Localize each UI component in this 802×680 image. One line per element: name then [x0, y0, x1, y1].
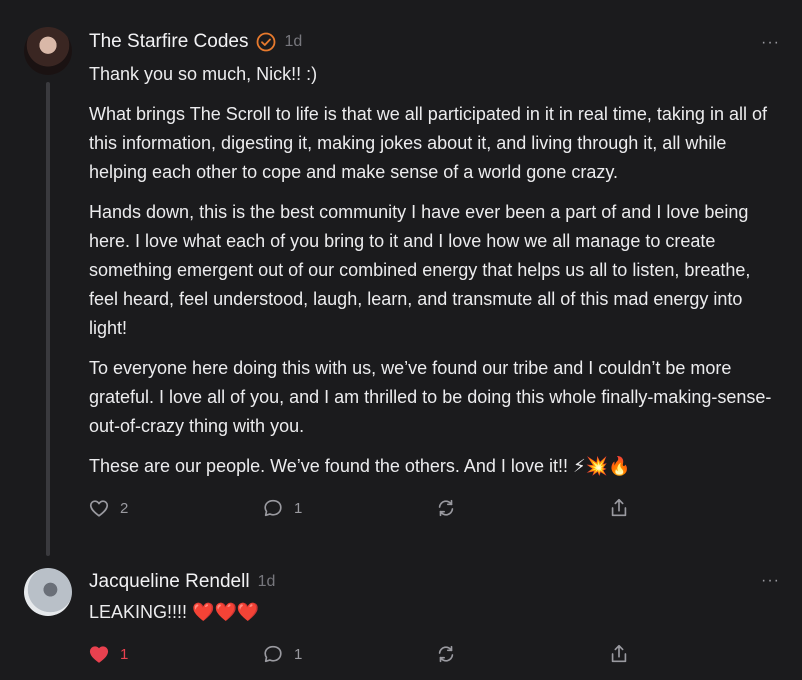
reply-button[interactable]: 1: [262, 643, 302, 665]
reply-button[interactable]: 1: [262, 497, 302, 519]
share-icon: [611, 498, 627, 517]
reply-count: 1: [294, 499, 303, 517]
comment-bubble-icon: [264, 499, 282, 517]
like-button[interactable]: 2: [88, 497, 128, 519]
comment-bubble-icon: [264, 645, 282, 663]
timestamp[interactable]: 1d: [284, 33, 302, 51]
restack-button[interactable]: [435, 643, 457, 665]
author-name[interactable]: The Starfire Codes: [89, 31, 248, 53]
comment-body: Thank you so much, Nick!! :) What brings…: [89, 60, 779, 492]
comment-paragraph: To everyone here doing this with us, we’…: [89, 358, 772, 436]
restack-icon: [438, 645, 454, 663]
comment-paragraph: What brings The Scroll to life is that w…: [89, 104, 767, 182]
restack-button[interactable]: [435, 497, 457, 519]
avatar[interactable]: [24, 27, 72, 75]
comment-actions: 2 1: [88, 497, 648, 521]
restack-icon: [438, 499, 454, 517]
more-options-icon[interactable]: ···: [761, 572, 780, 590]
share-icon: [611, 644, 627, 663]
like-count: 1: [120, 645, 129, 663]
comment-body: LEAKING!!!! ❤️❤️❤️: [89, 598, 779, 638]
comment-header: Jacqueline Rendell 1d: [89, 571, 275, 593]
reply-count: 1: [294, 645, 303, 663]
comment-paragraph: Thank you so much, Nick!! :): [89, 64, 318, 84]
share-button[interactable]: [608, 497, 630, 519]
avatar[interactable]: [24, 568, 72, 616]
comment-paragraph: Hands down, this is the best community I…: [89, 202, 751, 338]
thread-line[interactable]: [46, 82, 50, 556]
more-options-icon[interactable]: ···: [761, 34, 780, 52]
like-button[interactable]: 1: [88, 643, 128, 665]
timestamp[interactable]: 1d: [258, 573, 276, 591]
comment-paragraph: These are our people. We’ve found the ot…: [89, 456, 631, 476]
comment-paragraph: LEAKING!!!! ❤️❤️❤️: [89, 602, 260, 622]
comment-actions: 1 1: [88, 643, 648, 667]
like-count: 2: [120, 499, 129, 517]
heart-filled-icon: [89, 646, 109, 663]
author-name[interactable]: Jacqueline Rendell: [89, 571, 250, 593]
verified-badge-icon: [257, 32, 276, 52]
heart-icon: [89, 500, 109, 517]
share-button[interactable]: [608, 643, 630, 665]
comment-header: The Starfire Codes 1d: [89, 31, 302, 53]
